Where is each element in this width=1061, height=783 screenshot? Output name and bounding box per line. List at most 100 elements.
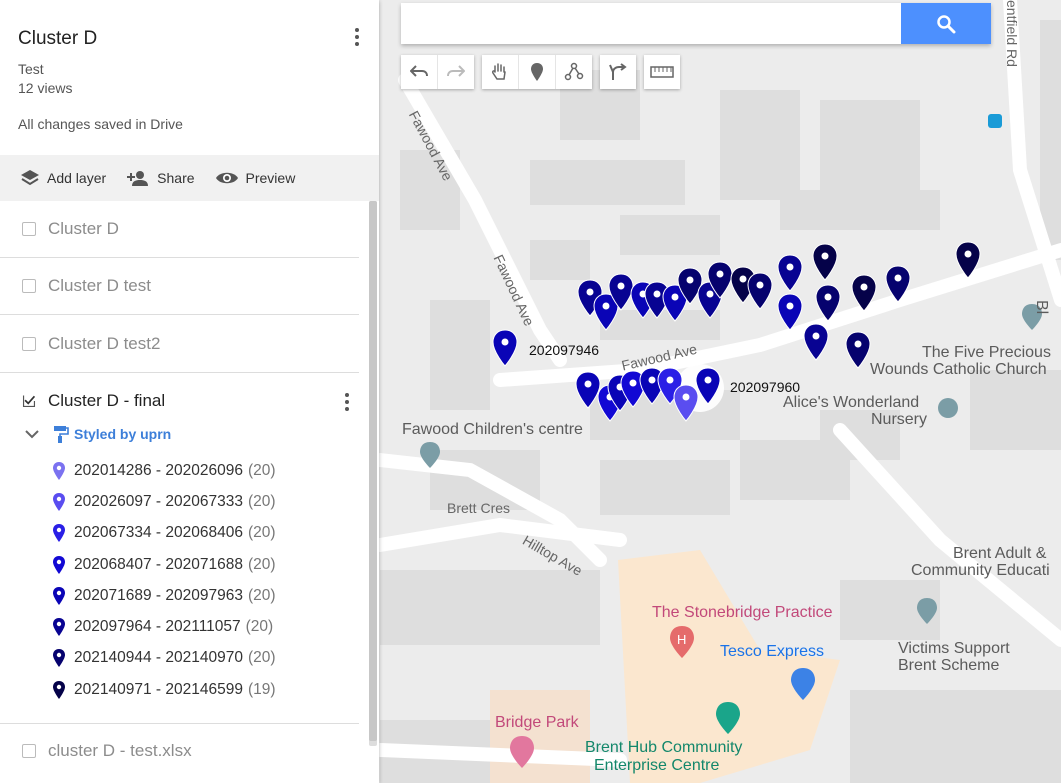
undo-icon — [410, 65, 428, 77]
layer-options-icon[interactable] — [343, 391, 351, 413]
undo-button[interactable] — [401, 55, 438, 89]
poi-five-precious-2[interactable]: Wounds Catholic Church — [870, 361, 1047, 379]
poi-brent-hub-2[interactable]: Enterprise Centre — [594, 757, 719, 775]
search-button[interactable] — [901, 3, 991, 44]
panel-toolbar: Add layer Share Preview — [0, 155, 379, 201]
share-button[interactable]: Share — [126, 170, 195, 186]
poi-fawood-childrens-centre[interactable]: Fawood Children's centre — [402, 421, 583, 439]
redo-icon — [447, 65, 465, 77]
redo-button[interactable] — [438, 55, 474, 89]
layer-name[interactable]: Cluster D - final — [48, 391, 165, 411]
map-options-icon[interactable] — [353, 26, 361, 48]
map-tools — [401, 55, 688, 89]
legend-range: 202014286 - 202026096 — [74, 461, 243, 479]
map-header: Cluster D Test 12 views All changes save… — [0, 0, 379, 156]
legend-range: 202026097 - 202067333 — [74, 492, 243, 510]
add-layer-button[interactable]: Add layer — [20, 169, 106, 187]
poi-victims-support-2[interactable]: Brent Scheme — [898, 657, 999, 675]
style-label: Styled by uprn — [74, 426, 172, 442]
poi-brent-adult-2[interactable]: Community Educati — [911, 562, 1050, 580]
layer-item[interactable]: Cluster D test — [0, 258, 359, 315]
road-label-entfield-rd: entfield Rd — [1004, 0, 1020, 67]
save-status: All changes saved in Drive — [18, 116, 183, 132]
poi-bridge-park[interactable]: Bridge Park — [495, 714, 579, 732]
map-sidebar: Cluster D Test 12 views All changes save… — [0, 0, 379, 783]
poi-brent-hub-1[interactable]: Brent Hub Community — [585, 739, 742, 757]
layer-item[interactable]: Cluster D test2 — [0, 316, 359, 373]
legend-range: 202140971 - 202146599 — [74, 680, 243, 698]
legend-item[interactable]: 202067334 - 202068406 (20) — [0, 518, 359, 549]
marker-icon[interactable] — [52, 586, 66, 606]
marker-icon[interactable] — [52, 648, 66, 668]
legend-count: (20) — [247, 492, 276, 510]
map-title[interactable]: Cluster D — [18, 28, 361, 50]
measure-group — [644, 55, 680, 89]
poi-five-precious-1[interactable]: The Five Precious — [922, 344, 1051, 362]
layer-style-row[interactable]: Styled by uprn — [0, 423, 359, 445]
legend-item[interactable]: 202140944 - 202140970 (20) — [0, 643, 359, 674]
legend-item[interactable]: 202014286 - 202026096 (20) — [0, 455, 359, 486]
share-label: Share — [157, 170, 195, 186]
poi-victims-support-1[interactable]: Victims Support — [898, 640, 1010, 658]
layer-list-scrollbar[interactable] — [369, 201, 377, 746]
add-marker-button[interactable] — [519, 55, 556, 89]
marker-icon[interactable] — [52, 617, 66, 637]
layer-checkbox[interactable] — [22, 337, 36, 351]
marker-icon[interactable] — [52, 461, 66, 481]
pan-button[interactable] — [482, 55, 519, 89]
layer-checkbox[interactable] — [22, 744, 36, 758]
layer-item[interactable]: cluster D - test.xlsx — [0, 723, 359, 779]
draw-line-button[interactable] — [556, 55, 592, 89]
layer-name[interactable]: Cluster D — [48, 219, 119, 239]
marker-icon — [531, 63, 543, 81]
measure-button[interactable] — [644, 55, 680, 89]
layer-checkbox[interactable] — [22, 279, 36, 293]
legend-item[interactable]: 202140971 - 202146599 (19) — [0, 674, 359, 705]
poi-brent-adult-1[interactable]: Brent Adult & — [953, 545, 1046, 563]
legend-count: (20) — [247, 461, 276, 479]
directions-button[interactable] — [600, 55, 636, 89]
marker-icon[interactable] — [52, 680, 66, 700]
directions-icon — [609, 63, 627, 80]
poi-alices-wonderland-1[interactable]: Alice's Wonderland — [783, 394, 919, 412]
layer-item-active[interactable]: Cluster D - final Styled by uprn 2020142… — [0, 373, 359, 724]
legend-range: 202071689 - 202097963 — [74, 586, 243, 604]
layer-name[interactable]: cluster D - test.xlsx — [48, 741, 192, 761]
preview-button[interactable]: Preview — [215, 170, 295, 186]
draw-line-icon — [564, 62, 584, 81]
draw-tools-group — [482, 55, 592, 89]
legend-item[interactable]: 202068407 - 202071688 (20) — [0, 549, 359, 580]
legend-count: (20) — [247, 586, 276, 604]
layer-name[interactable]: Cluster D test2 — [48, 334, 160, 354]
legend-item[interactable]: 202026097 - 202067333 (20) — [0, 486, 359, 517]
map-description[interactable]: Test — [18, 60, 361, 79]
layer-checkbox-checked[interactable] — [22, 394, 36, 408]
legend-list: 202014286 - 202026096 (20) 202026097 - 202… — [0, 455, 359, 705]
marker-icon[interactable] — [52, 492, 66, 512]
eye-icon — [215, 172, 238, 184]
chevron-down-icon[interactable] — [24, 429, 40, 439]
layer-checkbox[interactable] — [22, 222, 36, 236]
legend-count: (20) — [247, 649, 276, 667]
legend-count: (20) — [245, 618, 274, 636]
layer-name[interactable]: Cluster D test — [48, 276, 151, 296]
poi-tesco-express[interactable]: Tesco Express — [720, 643, 824, 661]
poi-stonebridge-practice[interactable]: The Stonebridge Practice — [652, 604, 833, 622]
layer-item[interactable]: Cluster D — [0, 201, 359, 258]
legend-item[interactable]: 202071689 - 202097963 (20) — [0, 580, 359, 611]
add-layer-label: Add layer — [47, 170, 107, 186]
svg-text:H: H — [677, 632, 686, 647]
poi-alices-wonderland-2[interactable]: Nursery — [871, 411, 927, 429]
search-input[interactable] — [411, 3, 895, 43]
marker-icon[interactable] — [52, 555, 66, 575]
uprn-label-1: 202097946 — [529, 342, 600, 358]
hand-icon — [492, 63, 506, 80]
marker-icon[interactable] — [52, 523, 66, 543]
legend-item[interactable]: 202097964 - 202111057 (20) — [0, 611, 359, 642]
scrollbar-thumb[interactable] — [369, 201, 377, 741]
legend-range: 202067334 - 202068406 — [74, 524, 243, 542]
legend-range: 202068407 - 202071688 — [74, 555, 243, 573]
search-box — [401, 3, 991, 44]
paint-roller-icon — [54, 426, 69, 443]
layers-icon — [21, 170, 39, 186]
